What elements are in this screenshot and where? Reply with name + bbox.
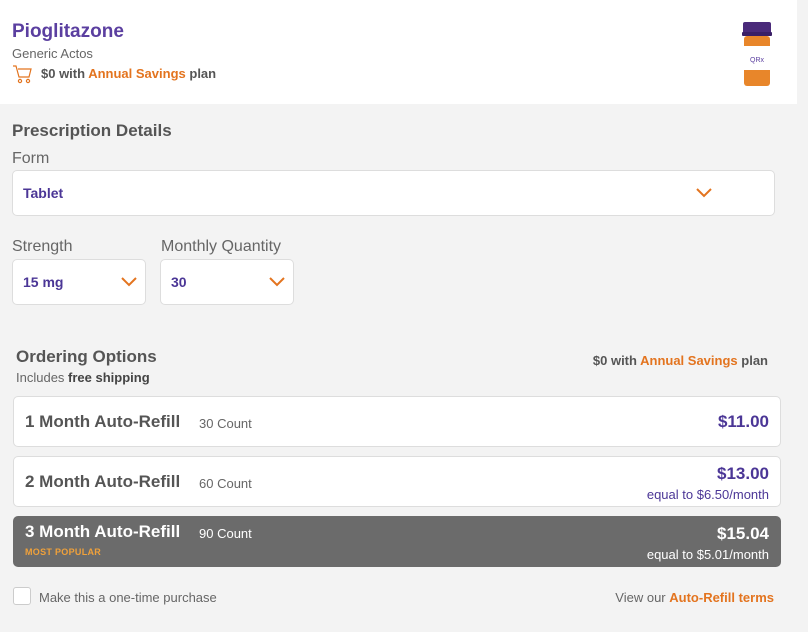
option-price: $13.00	[717, 464, 769, 483]
option-equal-price: equal to $6.50/month	[646, 487, 769, 502]
chevron-down-icon	[696, 188, 712, 198]
option-equal-price: equal to $5.01/month	[646, 547, 769, 562]
option-count: 30 Count	[199, 416, 252, 431]
option-count: 60 Count	[199, 476, 252, 491]
pill-bottle-icon: QRx	[742, 22, 772, 86]
strength-select[interactable]: 15 mg	[12, 259, 146, 305]
option-count: 90 Count	[199, 526, 252, 541]
shipping-note: Includes free shipping	[16, 370, 150, 385]
option-2-month[interactable]: 2 Month Auto-Refill 60 Count $13.00 equa…	[13, 456, 781, 507]
chevron-down-icon	[269, 277, 285, 287]
quantity-label: Monthly Quantity	[161, 238, 282, 255]
product-name: Pioglitazone	[12, 21, 124, 42]
form-value: Tablet	[23, 185, 64, 201]
option-price: $15.04	[717, 524, 769, 543]
strength-value: 15 mg	[23, 274, 64, 290]
auto-refill-terms: View our Auto-Refill terms	[615, 590, 774, 605]
ordering-savings-line: $0 with Annual Savings plan	[592, 353, 768, 368]
auto-refill-terms-link[interactable]: Auto-Refill terms	[669, 590, 774, 605]
option-name: 2 Month Auto-Refill	[25, 472, 181, 491]
option-name: 1 Month Auto-Refill	[25, 412, 181, 431]
option-1-month[interactable]: 1 Month Auto-Refill 30 Count $11.00	[13, 396, 781, 447]
generic-name: Generic Actos	[12, 46, 93, 61]
prescription-title: Prescription Details	[12, 121, 172, 140]
chevron-down-icon	[121, 277, 137, 287]
header-savings-line: $0 with Annual Savings plan	[41, 66, 217, 81]
most-popular-badge: MOST POPULAR	[25, 547, 102, 557]
strength-label: Strength	[12, 238, 73, 255]
annual-savings-link[interactable]: Annual Savings	[88, 66, 186, 81]
one-time-purchase-label[interactable]: Make this a one-time purchase	[39, 590, 217, 605]
cart-icon	[13, 65, 32, 84]
quantity-select[interactable]: 30	[160, 259, 294, 305]
bottle-label: QRx	[750, 57, 765, 64]
form-label: Form	[12, 150, 50, 167]
form-select[interactable]: Tablet	[12, 170, 775, 216]
quantity-value: 30	[171, 274, 187, 290]
option-name: 3 Month Auto-Refill	[25, 522, 181, 541]
one-time-purchase-checkbox[interactable]	[13, 587, 31, 605]
annual-savings-link[interactable]: Annual Savings	[640, 353, 738, 368]
product-header: Pioglitazone Generic Actos $0 with Annua…	[0, 0, 797, 104]
option-3-month[interactable]: 3 Month Auto-Refill 90 Count MOST POPULA…	[13, 516, 781, 567]
ordering-title: Ordering Options	[16, 347, 157, 366]
option-price: $11.00	[717, 412, 769, 431]
